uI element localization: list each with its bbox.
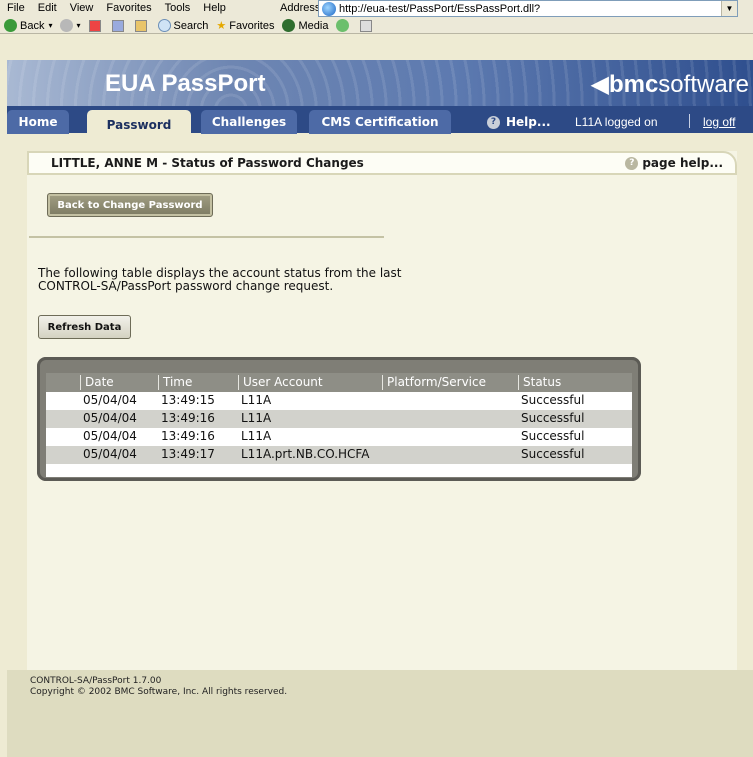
tab-home[interactable]: Home <box>7 110 69 134</box>
column-header-time: Time <box>158 375 192 390</box>
tab-password[interactable]: Password <box>87 110 191 139</box>
refresh-data-button[interactable]: Refresh Data <box>38 315 131 339</box>
search-icon <box>157 19 171 32</box>
back-arrow-icon <box>4 19 17 32</box>
cell-date: 05/04/04 <box>83 429 137 443</box>
media-icon <box>282 19 296 32</box>
logged-on-status: L11A logged on <box>575 115 658 129</box>
brand-bold: bmc <box>608 71 659 98</box>
cell-date: 05/04/04 <box>83 393 137 407</box>
menu-view[interactable]: View <box>63 2 100 14</box>
column-header-platform-service: Platform/Service <box>382 375 486 390</box>
history-icon <box>336 19 350 32</box>
status-table-frame: Date Time User Account Platform/Service … <box>37 357 641 481</box>
media-button[interactable]: Media <box>278 19 332 32</box>
table-row: 05/04/04 13:49:16 L11A Successful <box>46 410 632 428</box>
home-icon <box>134 19 147 32</box>
forward-arrow-icon <box>60 19 74 32</box>
menu-tools[interactable]: Tools <box>158 2 197 14</box>
log-off-link[interactable]: log off <box>703 112 735 132</box>
column-header-status: Status <box>518 375 561 390</box>
divider <box>29 236 384 238</box>
browser-toolbar: Back ▾ ▾ Search ★ Favorites Media <box>0 17 379 34</box>
browser-chrome: File Edit View Favorites Tools Help Addr… <box>0 0 753 34</box>
question-icon: ? <box>625 156 639 170</box>
cell-time: 13:49:16 <box>161 411 215 425</box>
favorites-label: Favorites <box>229 19 275 32</box>
media-label: Media <box>298 19 329 32</box>
forward-button[interactable]: ▾ <box>56 19 84 32</box>
cell-status: Successful <box>521 411 585 425</box>
history-button[interactable] <box>332 19 356 32</box>
question-icon: ? <box>487 115 500 129</box>
table-header: Date Time User Account Platform/Service … <box>46 373 632 392</box>
divider <box>689 114 690 128</box>
page-help-link[interactable]: ? page help... <box>625 156 723 170</box>
page-title: LITTLE, ANNE M - Status of Password Chan… <box>51 156 364 170</box>
print-icon <box>360 19 373 32</box>
brand-rest: software <box>658 71 749 98</box>
table-row: 05/04/04 13:49:16 L11A Successful <box>46 428 632 446</box>
favorites-button[interactable]: ★ Favorites <box>212 19 278 33</box>
chevron-down-icon[interactable]: ▾ <box>76 21 80 30</box>
ie-page-icon <box>322 1 336 16</box>
back-to-change-password-button[interactable]: Back to Change Password <box>47 193 213 217</box>
back-button[interactable]: Back ▾ <box>0 19 56 32</box>
tab-cms-certification[interactable]: CMS Certification <box>309 110 451 134</box>
cell-status: Successful <box>521 429 585 443</box>
cell-user-account: L11A.prt.NB.CO.HCFA <box>241 447 370 461</box>
table-row: 05/04/04 13:49:17 L11A.prt.NB.CO.HCFA Su… <box>46 446 632 464</box>
address-bar[interactable]: http://eua-test/PassPort/EssPassPort.dll… <box>318 0 738 17</box>
cell-user-account: L11A <box>241 429 272 443</box>
search-button[interactable]: Search <box>154 19 213 32</box>
panel-header: LITTLE, ANNE M - Status of Password Chan… <box>27 151 737 175</box>
product-title: EUA PassPort <box>105 70 266 97</box>
menu-help[interactable]: Help <box>196 2 232 14</box>
chevron-down-icon[interactable]: ▾ <box>48 21 52 30</box>
footer: CONTROL-SA/PassPort 1.7.00 Copyright © 2… <box>30 676 287 698</box>
intro-text: The following table displays the account… <box>38 266 402 293</box>
footer-version: CONTROL-SA/PassPort 1.7.00 <box>30 676 162 686</box>
address-url[interactable]: http://eua-test/PassPort/EssPassPort.dll… <box>339 3 540 15</box>
help-label: Help... <box>506 115 551 129</box>
footer-copyright: Copyright © 2002 BMC Software, Inc. All … <box>30 687 288 697</box>
cell-date: 05/04/04 <box>83 411 137 425</box>
page-help-label: page help... <box>642 156 723 170</box>
main-content: LITTLE, ANNE M - Status of Password Chan… <box>7 139 753 757</box>
cell-user-account: L11A <box>241 411 272 425</box>
menu-file[interactable]: File <box>0 2 31 14</box>
refresh-icon <box>111 19 124 32</box>
home-button[interactable] <box>131 19 154 32</box>
chevron-down-icon[interactable]: ▼ <box>721 1 737 16</box>
refresh-page-button[interactable] <box>108 19 131 32</box>
stop-button[interactable] <box>85 19 108 32</box>
cell-time: 13:49:15 <box>161 393 215 407</box>
search-label: Search <box>173 19 209 32</box>
menu-edit[interactable]: Edit <box>31 2 63 14</box>
stop-icon <box>88 19 101 32</box>
star-icon: ★ <box>216 20 227 32</box>
menu-favorites[interactable]: Favorites <box>99 2 157 14</box>
nav-bar: Home Password Challenges CMS Certificati… <box>7 106 753 139</box>
cell-status: Successful <box>521 447 585 461</box>
help-link[interactable]: ? Help... <box>487 112 551 132</box>
column-header-date: Date <box>80 375 114 390</box>
tab-challenges[interactable]: Challenges <box>201 110 297 134</box>
browser-menu: File Edit View Favorites Tools Help <box>0 0 232 16</box>
cell-time: 13:49:16 <box>161 429 215 443</box>
status-table: Date Time User Account Platform/Service … <box>46 373 632 477</box>
cell-user-account: L11A <box>241 393 272 407</box>
table-row: 05/04/04 13:49:15 L11A Successful <box>46 392 632 410</box>
bmc-arrows-icon: ◀ <box>590 71 609 98</box>
column-header-user-account: User Account <box>238 375 323 390</box>
bmc-logo: ◀bmcsoftware <box>590 70 749 99</box>
cell-time: 13:49:17 <box>161 447 215 461</box>
cell-status: Successful <box>521 393 585 407</box>
back-label: Back <box>20 19 45 32</box>
cell-date: 05/04/04 <box>83 447 137 461</box>
print-button[interactable] <box>356 19 379 32</box>
address-label: Address <box>280 2 321 14</box>
app-banner: EUA PassPort ◀bmcsoftware <box>7 60 753 106</box>
